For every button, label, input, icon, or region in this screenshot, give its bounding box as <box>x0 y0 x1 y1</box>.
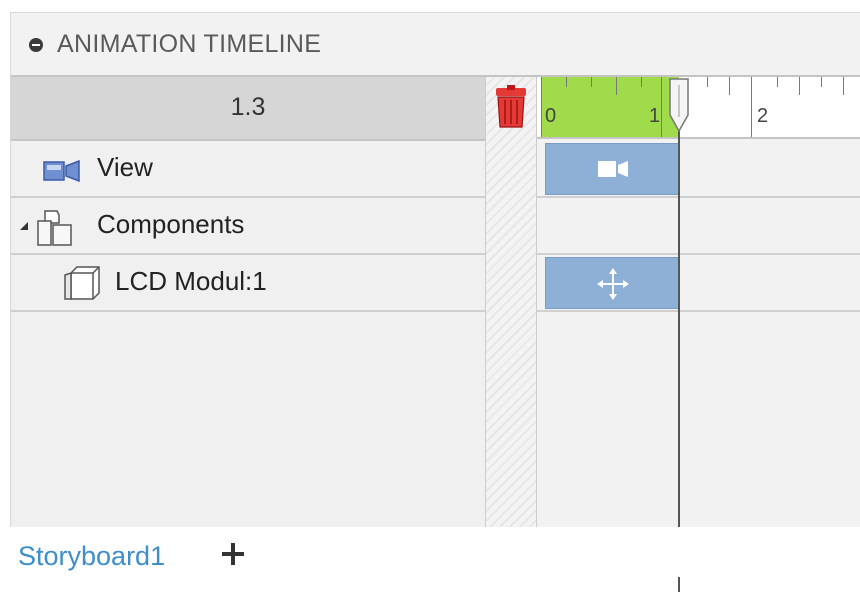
components-folder-icon <box>37 210 72 246</box>
ruler-label: 0 <box>545 105 557 127</box>
tree-row-label: Components <box>97 209 245 239</box>
current-time-value: 1.3 <box>230 93 266 121</box>
delete-column <box>485 77 537 528</box>
add-storyboard-icon[interactable] <box>220 541 246 567</box>
component-body-icon <box>64 266 100 300</box>
tree-row-view[interactable]: View <box>11 141 485 198</box>
camera-view-icon <box>43 160 80 182</box>
tree-row-components[interactable]: Components <box>11 198 485 255</box>
move-action-block[interactable] <box>545 257 679 309</box>
collapse-panel-icon[interactable] <box>29 38 43 52</box>
timeline-tracks[interactable]: 0 1 2 <box>537 77 860 592</box>
expand-triangle-icon[interactable] <box>19 221 29 231</box>
camera-action-icon <box>598 161 628 177</box>
storyboard-tab[interactable]: Storyboard1 <box>18 541 165 572</box>
panel-title: ANIMATION TIMELINE <box>57 30 322 58</box>
ruler-label: 1 <box>649 105 661 127</box>
playhead-handle[interactable] <box>667 77 691 133</box>
delete-trash-icon[interactable] <box>492 85 530 129</box>
animation-timeline-panel: ANIMATION TIMELINE 1.3 View Components L… <box>10 12 860 592</box>
move-arrows-icon <box>597 268 629 300</box>
tree-row-lcd-modul[interactable]: LCD Modul:1 <box>11 255 485 312</box>
tree-row-label: LCD Modul:1 <box>115 266 267 296</box>
time-ruler[interactable]: 0 1 2 <box>537 77 860 139</box>
ruler-label: 2 <box>757 105 769 127</box>
playhead-line <box>678 105 680 592</box>
panel-header: ANIMATION TIMELINE <box>11 13 860 77</box>
tree-row-label: View <box>97 152 153 182</box>
view-action-block[interactable] <box>545 143 679 195</box>
browser-tree: 1.3 View Components LCD Modul:1 <box>11 77 485 528</box>
storyboard-bar: Storyboard1 <box>0 527 860 577</box>
current-time-box[interactable]: 1.3 <box>11 77 485 141</box>
